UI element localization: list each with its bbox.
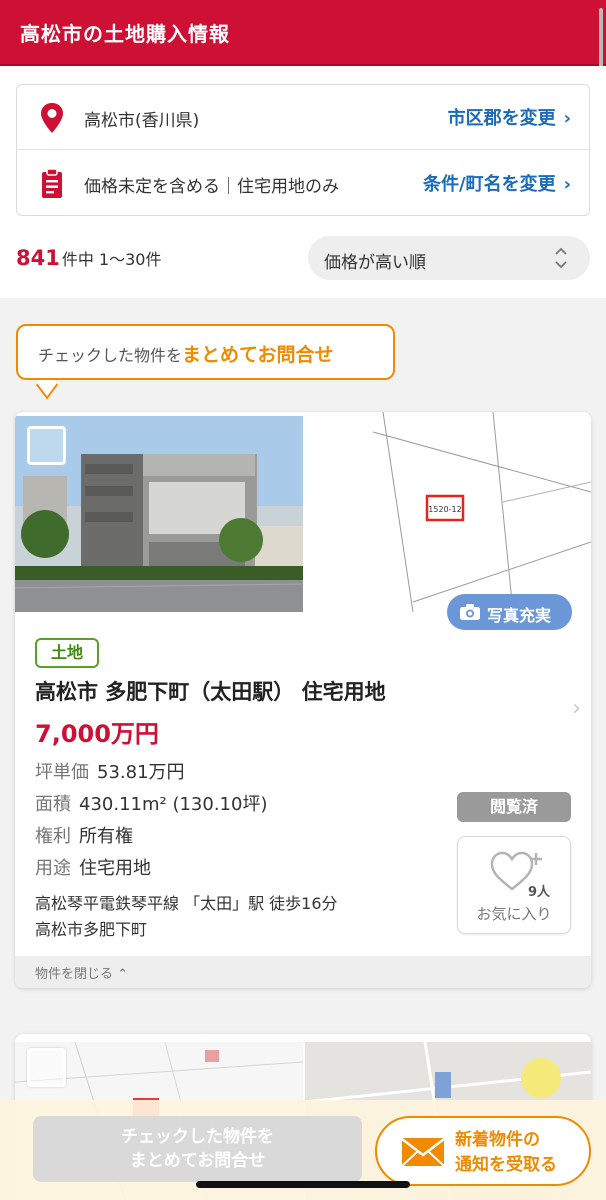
batch-inquiry-balloon[interactable]: チェックした物件をまとめてお問合せ (16, 324, 395, 380)
total-count: 841 (16, 246, 60, 270)
envelope-icon (401, 1138, 445, 1167)
property-type-tag: 土地 (35, 638, 99, 668)
change-conditions-link[interactable]: 条件/町名を変更 › (423, 170, 571, 196)
batch-inquiry-button[interactable]: チェックした物件を まとめてお問合せ (33, 1116, 362, 1182)
chevron-right-icon[interactable]: › (572, 696, 581, 721)
spec-area: 面積 430.11m² (130.10坪) (35, 790, 267, 816)
spec-key: 面積 (35, 794, 71, 815)
spec-key: 用途 (35, 858, 71, 879)
balloon-emphasis: まとめてお問合せ (182, 344, 334, 366)
chevron-right-icon: › (563, 108, 571, 129)
spec-value: 430.11m² (130.10坪) (79, 794, 268, 815)
chevron-right-icon: › (563, 174, 571, 195)
page-title: 高松市の土地購入情報 (20, 22, 230, 46)
filter-box: 高松市(香川県) 市区郡を変更 › 価格未定を含める｜住宅用地のみ 条件/町名を変… (16, 84, 590, 216)
location-filter-row[interactable]: 高松市(香川県) 市区郡を変更 › (17, 85, 589, 150)
conditions-filter-row[interactable]: 価格未定を含める｜住宅用地のみ 条件/町名を変更 › (17, 151, 589, 216)
up-down-chevron-icon (555, 247, 567, 269)
inquiry-line-1: チェックした物件を (121, 1127, 274, 1147)
photo-badge-label: 写真充実 (487, 606, 552, 625)
change-area-label: 市区郡を変更 (447, 108, 556, 129)
viewed-badge: 閲覧済 (457, 792, 571, 822)
property-address: 高松市多肥下町 (35, 920, 148, 939)
result-count: 841 件中 1〜30件 (16, 246, 161, 278)
collapse-label: 物件を閉じる (35, 967, 114, 982)
change-area-link[interactable]: 市区郡を変更 › (448, 104, 571, 130)
conditions-text: 価格未定を含める｜住宅用地のみ (84, 177, 339, 197)
change-conditions-label: 条件/町名を変更 (423, 174, 556, 195)
photo-rich-badge: 写真充実 (447, 594, 572, 630)
chevron-up-icon: ⌃ (117, 967, 129, 982)
range-text: 件中 1〜30件 (61, 250, 162, 269)
property-title[interactable]: 高松市 多肥下町（太田駅） 住宅用地 (35, 676, 386, 706)
select-checkbox[interactable] (27, 426, 66, 465)
sort-selected-label: 価格が高い順 (324, 253, 426, 273)
sort-select[interactable]: 価格が高い順 (308, 236, 590, 280)
spec-key: 坪単価 (35, 762, 89, 783)
home-indicator[interactable] (196, 1181, 410, 1188)
property-map[interactable]: 1520-12 (303, 412, 591, 613)
lot-number-label: 1520-12 (428, 505, 461, 514)
collapse-text: 物件を閉じる ⌃ (35, 963, 128, 982)
favorite-button[interactable]: 9人 お気に入り (457, 836, 571, 934)
new-listing-notification-button[interactable]: 新着物件の 通知を受取る (375, 1116, 591, 1186)
notify-line-1: 新着物件の (455, 1130, 540, 1150)
spec-unit-price: 坪単価 53.81万円 (35, 758, 185, 784)
app-header: 高松市の土地購入情報 (0, 0, 606, 66)
header-bar: 高松市の土地購入情報 (0, 0, 606, 66)
balloon-text: チェックした物件をまとめてお問合せ (38, 340, 333, 367)
map-pin-icon (41, 103, 63, 133)
lot-map-image: 1520-12 (303, 412, 591, 613)
clipboard-icon (42, 168, 62, 198)
favorite-label: お気に入り (476, 905, 552, 923)
location-text: 高松市(香川県) (84, 111, 200, 131)
notify-text: 新着物件の 通知を受取る (455, 1128, 557, 1178)
spec-rights: 権利 所有権 (35, 822, 133, 848)
property-price: 7,000万円 (35, 720, 159, 748)
favorite-count: 9人 (528, 885, 551, 900)
spec-value: 所有権 (79, 826, 133, 847)
collapse-property-bar[interactable]: 物件を閉じる ⌃ (15, 956, 591, 988)
camera-icon (460, 604, 480, 620)
select-checkbox[interactable] (27, 1048, 66, 1087)
spec-usage: 用途 住宅用地 (35, 854, 151, 880)
balloon-prefix: チェックした物件を (38, 346, 183, 365)
spec-value: 住宅用地 (79, 858, 151, 879)
property-card[interactable]: 1520-12 写真充実 土地 高松市 多肥下町（太田駅） 住宅用地 7,000… (15, 412, 591, 988)
spec-key: 権利 (35, 826, 71, 847)
inquiry-line-2: まとめてお問合せ (129, 1151, 266, 1171)
spec-value: 53.81万円 (97, 762, 185, 783)
notify-line-2: 通知を受取る (455, 1155, 557, 1175)
station-access: 高松琴平電鉄琴平線 「太田」駅 徒歩16分 (35, 894, 338, 913)
